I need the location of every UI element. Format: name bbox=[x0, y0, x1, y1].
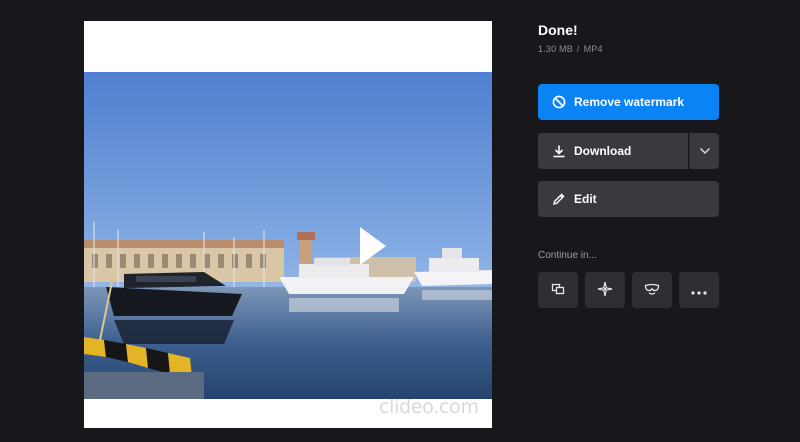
mask-icon bbox=[644, 282, 660, 299]
download-button[interactable]: Download bbox=[538, 133, 688, 169]
edit-button[interactable]: Edit bbox=[538, 181, 719, 217]
more-tools-button[interactable] bbox=[679, 272, 719, 308]
merge-tool-button[interactable] bbox=[538, 272, 578, 308]
sparkle-icon bbox=[597, 281, 613, 300]
edit-label: Edit bbox=[574, 192, 597, 206]
merge-icon bbox=[551, 282, 565, 299]
no-entry-icon bbox=[552, 95, 566, 109]
continue-label: Continue in... bbox=[538, 250, 597, 261]
remove-watermark-label: Remove watermark bbox=[574, 95, 685, 109]
file-format: MP4 bbox=[583, 44, 603, 54]
play-button[interactable] bbox=[354, 223, 390, 269]
video-preview[interactable]: clideo.com bbox=[84, 21, 492, 428]
effects-tool-button[interactable] bbox=[585, 272, 625, 308]
page-title: Done! bbox=[538, 22, 578, 38]
download-icon bbox=[552, 144, 566, 158]
download-label: Download bbox=[574, 144, 632, 158]
watermark-logo: clideo.com bbox=[379, 396, 479, 418]
chevron-down-icon bbox=[699, 142, 711, 160]
download-options-toggle[interactable] bbox=[689, 133, 719, 169]
more-icon bbox=[691, 283, 707, 298]
result-page: clideo.com Done! 1.30 MB / MP4 Remove wate… bbox=[0, 0, 800, 442]
meme-tool-button[interactable] bbox=[632, 272, 672, 308]
meta-separator: / bbox=[576, 44, 580, 54]
file-size: 1.30 MB bbox=[538, 44, 573, 54]
remove-watermark-button[interactable]: Remove watermark bbox=[538, 84, 719, 120]
pencil-icon bbox=[552, 192, 566, 206]
file-meta: 1.30 MB / MP4 bbox=[538, 44, 603, 54]
video-frame bbox=[84, 72, 492, 399]
